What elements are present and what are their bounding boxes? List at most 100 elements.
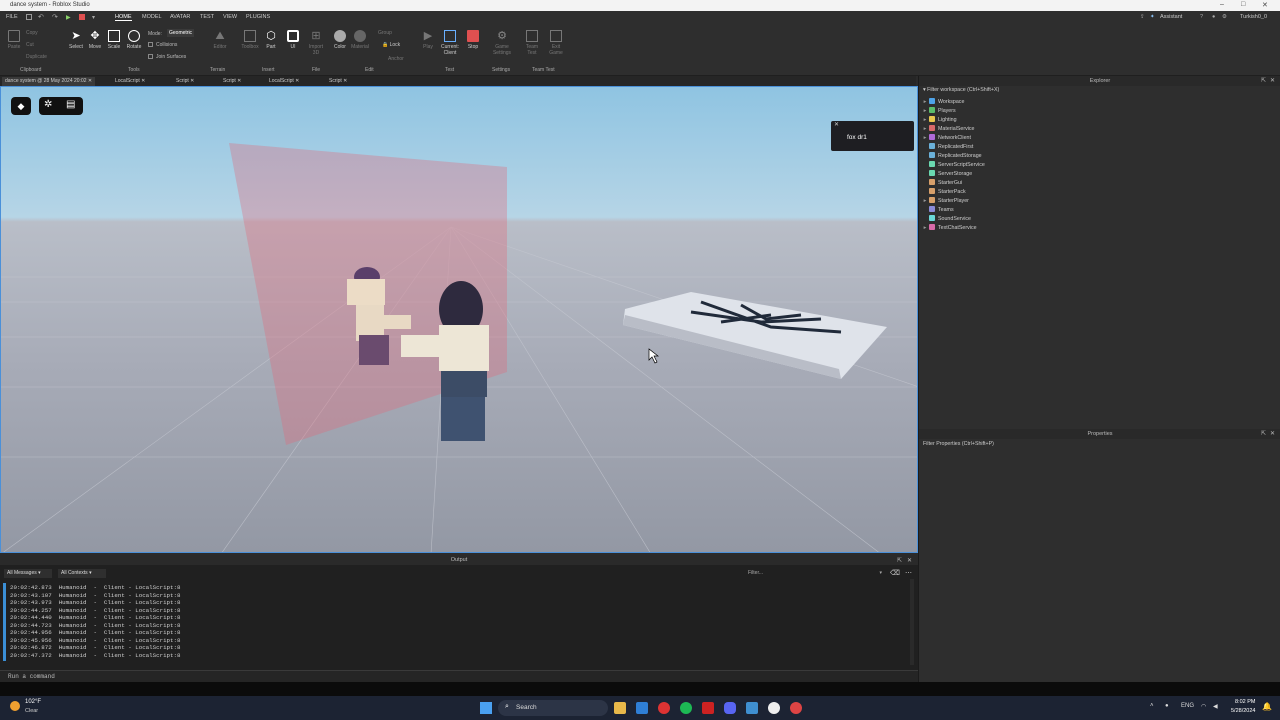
opera-icon[interactable] [658,702,670,714]
explorer-item-lighting[interactable]: ▸ Lighting [921,116,957,125]
output-filter-input[interactable]: Filter... ▾ [745,569,885,578]
spotify-icon[interactable] [680,702,692,714]
expand-arrow-icon[interactable]: ▸ [921,225,929,231]
expand-arrow-icon[interactable]: ▸ [921,99,929,105]
dance-pad[interactable] [623,292,887,379]
menu-model[interactable]: MODEL [142,14,162,20]
settings-icon[interactable]: ✲ [44,99,52,110]
media-icon[interactable] [702,702,714,714]
minimize-button[interactable]: – [1220,1,1224,8]
wifi-icon[interactable]: ◠ [1201,703,1206,710]
color-button[interactable]: Color [332,30,348,50]
command-input[interactable]: Run a command [8,673,55,680]
explorer-item-materialservice[interactable]: ▸ MaterialService [921,125,975,134]
help-icon[interactable]: ? [1200,14,1203,20]
current-client-button[interactable]: Current: Client [438,30,462,56]
close-window-button[interactable]: ✕ [1262,1,1268,9]
volume-icon[interactable]: ◀ [1213,703,1218,710]
assistant-button[interactable]: Assistant [1160,14,1182,20]
mode-select[interactable]: Geometric [167,29,195,37]
terrain-editor-button[interactable]: ⛰ Editor [212,30,228,50]
chrome-icon[interactable] [790,702,802,714]
language-indicator[interactable]: ENG [1181,703,1194,709]
undock-icon[interactable]: ⇱ [1261,430,1266,437]
microphone-icon[interactable]: ● [1165,703,1169,709]
close-icon[interactable]: ✕ [141,78,145,84]
close-icon[interactable]: ✕ [237,78,241,84]
explorer-item-startergui[interactable]: StarterGui [921,179,962,188]
maximize-button[interactable]: □ [1241,1,1245,8]
move-tool[interactable]: ✥ Move [87,30,103,50]
material-button[interactable]: Material [350,30,370,50]
explorer-filter-input[interactable]: ▾ Filter workspace (Ctrl+Shift+X) [923,87,1277,96]
tab-script-3[interactable]: Script ✕ [326,77,350,86]
close-icon[interactable]: ✕ [907,557,912,564]
scale-tool[interactable]: Scale [106,30,122,50]
play-icon[interactable]: ▶ [66,14,71,21]
undock-icon[interactable]: ⇱ [897,557,902,564]
message-filter-select[interactable]: All Messages ▾ [4,569,52,578]
explorer-item-starterpack[interactable]: StarterPack [921,188,966,197]
cut-button[interactable]: Cut [26,42,34,48]
menu-avatar[interactable]: AVATAR [170,14,190,20]
team-test-button[interactable]: Team Test [522,30,542,56]
properties-filter-input[interactable]: Filter Properties (Ctrl+Shift+P) [923,441,1277,450]
toolbox-button[interactable]: Toolbox [240,30,260,50]
search-box[interactable]: ⌕ Search [498,700,608,716]
explorer-item-workspace[interactable]: ▸ Workspace [921,98,964,107]
close-icon[interactable]: ✕ [343,78,347,84]
chat-icon[interactable]: ▤ [66,99,75,110]
menu-file[interactable]: FILE [6,14,18,20]
dropdown-icon[interactable]: ▾ [92,14,95,21]
undo-icon[interactable]: ↶ [38,13,44,21]
vscode-icon[interactable] [636,702,648,714]
expand-arrow-icon[interactable]: ▸ [921,198,929,204]
explorer-item-players[interactable]: ▸ Players [921,107,956,116]
share-icon[interactable]: ⇪ [1140,14,1145,20]
explorer-item-serverstorage[interactable]: ServerStorage [921,170,972,179]
undock-icon[interactable]: ⇱ [1261,77,1266,84]
expand-arrow-icon[interactable]: ▸ [921,135,929,141]
gear-icon[interactable]: ⚙ [1222,14,1227,20]
weather-temp[interactable]: 102°F [25,699,41,705]
save-icon[interactable] [26,14,32,20]
roblox-studio-icon[interactable] [746,702,758,714]
explorer-item-soundservice[interactable]: SoundService [921,215,971,224]
output-scrollbar[interactable] [910,579,914,665]
paste-button[interactable]: Paste [6,30,22,50]
obs-icon[interactable] [768,702,780,714]
clear-output-icon[interactable]: ⌫ [890,569,900,577]
stop-button[interactable]: Stop [465,30,481,50]
close-icon[interactable]: ✕ [1270,430,1275,437]
tab-script-1[interactable]: Script ✕ [173,77,197,86]
tab-script-2[interactable]: Script ✕ [220,77,244,86]
close-icon[interactable]: ✕ [1270,77,1275,84]
context-filter-select[interactable]: All Contexts ▾ [58,569,106,578]
menu-home[interactable]: HOME [115,14,132,21]
explorer-item-replicatedfirst[interactable]: ReplicatedFirst [921,143,973,152]
join-surfaces-checkbox[interactable] [148,54,153,59]
more-icon[interactable]: ⋯ [905,569,912,577]
user-name[interactable]: Turkish0_0 [1240,14,1267,20]
expand-arrow-icon[interactable]: ▸ [921,108,929,114]
discord-icon[interactable] [724,702,736,714]
explorer-item-teams[interactable]: Teams [921,206,954,215]
file-explorer-icon[interactable] [614,702,626,714]
lock-button[interactable]: 🔒 Lock [382,42,400,48]
explorer-item-starterplayer[interactable]: ▸ StarterPlayer [921,197,969,206]
command-bar[interactable]: Run a command [0,670,918,682]
menu-plugins[interactable]: PLUGINS [246,14,270,20]
select-tool[interactable]: ➤ Select [68,30,84,50]
stop-icon[interactable] [79,14,85,20]
duplicate-button[interactable]: Duplicate [26,54,47,60]
menu-view[interactable]: VIEW [223,14,237,20]
roblox-menu-icon[interactable]: ◆ [11,97,31,115]
close-icon[interactable]: ✕ [190,78,194,84]
ui-button[interactable]: UI [285,30,301,50]
tray-chevron-icon[interactable]: ˄ [1150,703,1154,709]
explorer-item-textchatservice[interactable]: ▸ TextChatService [921,224,977,233]
close-icon[interactable]: ✕ [295,78,299,84]
clock-time[interactable]: 8:02 PM [1235,699,1255,705]
rotate-tool[interactable]: Rotate [126,30,142,50]
tab-localscript-1[interactable]: LocalScript ✕ [112,77,148,86]
